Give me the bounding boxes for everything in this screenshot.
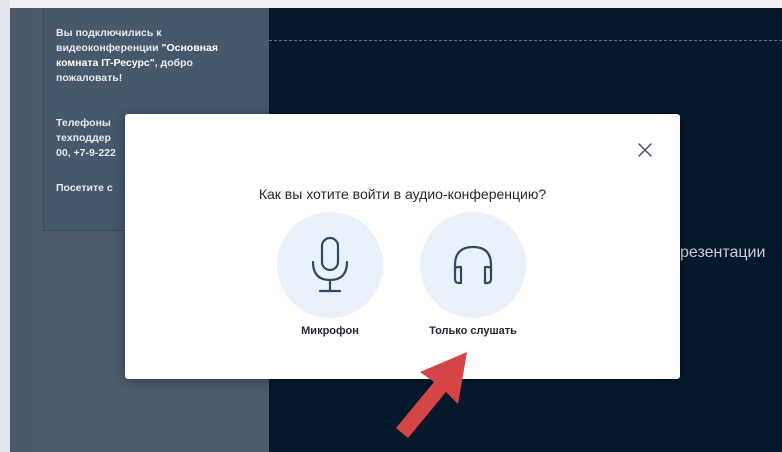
pointer-arrow-icon (396, 352, 467, 438)
close-icon (638, 143, 652, 157)
microphone-option[interactable]: Микрофон (270, 212, 390, 337)
microphone-label: Микрофон (301, 325, 359, 337)
audio-join-dialog: Как вы хотите войти в аудио-конференцию?… (125, 114, 680, 379)
headphones-icon (453, 245, 493, 285)
close-button[interactable] (633, 138, 657, 162)
listen-only-label: Только слушать (429, 325, 517, 337)
listen-only-button[interactable] (420, 212, 526, 318)
microphone-button[interactable] (277, 212, 383, 318)
listen-only-option[interactable]: Только слушать (413, 212, 533, 337)
microphone-icon (311, 236, 349, 293)
dialog-question: Как вы хотите войти в аудио-конференцию? (258, 186, 547, 202)
